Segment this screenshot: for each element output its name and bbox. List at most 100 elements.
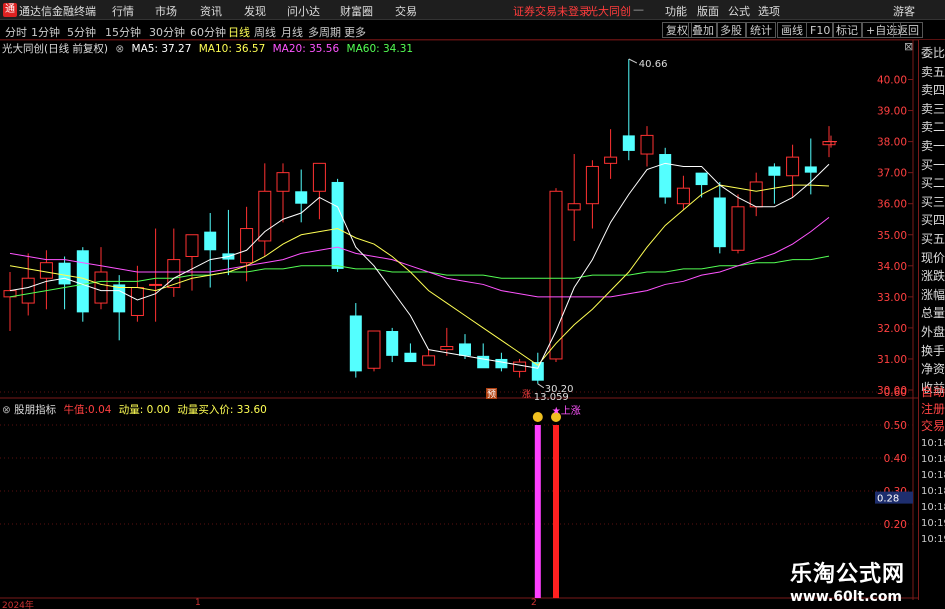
kline-chart[interactable]: 40.00 39.00 38.00 37.00 36.00 35.00 34.00 33.00… [0,40,918,600]
user-guest[interactable]: 游客 [893,3,915,19]
side-time-6: 10:19 [921,534,945,545]
stock-title: 光大同创(日线 前复权) [2,43,109,55]
menu-trade[interactable]: 交易 [395,3,417,19]
period-multi[interactable]: 多周期 [308,24,341,40]
side-item-4[interactable]: 卖二 [921,120,945,134]
low-pointer [537,383,545,389]
side-item-6[interactable]: 买一 [921,158,945,172]
ma-legend: 光大同创(日线 前复权) ⊗ MA5: 37.27 MA10: 36.57 MA… [2,41,417,56]
candle-up [422,355,436,366]
side-item-17[interactable]: 净资 [921,362,945,376]
menu-wealth[interactable]: 财富圈 [340,3,373,19]
side-item-12[interactable]: 涨跌 [921,269,945,283]
ma5-line [9,162,830,369]
menu-ask[interactable]: 问小达 [287,3,320,19]
menu-quotes[interactable]: 行情 [112,3,134,19]
peak-value-label: 13.059 [534,392,569,403]
watermark-title: 乐淘公式网 [790,562,906,587]
period-timeshare[interactable]: 分时 [5,24,27,40]
side-time-4: 10:18 [921,502,945,513]
multi-stock-button[interactable]: 多股 [716,22,746,38]
period-60min[interactable]: 60分钟 [190,24,226,40]
period-monthly[interactable]: 月线 [281,24,303,40]
candle-down [58,262,71,285]
mark-button[interactable]: 标记 [832,22,862,38]
menu-bar: 通 通达信金融终端 行情 市场 资讯 发现 问小达 财富圈 交易 证券交易未登录… [0,0,945,20]
side-sub-item-1[interactable]: 注册 [921,402,945,416]
price-axis-label: 40.00 [877,75,907,87]
quote-side-panel: 委比 卖五 卖四 卖三 卖二 卖一 买一 买二 买三 买四 买五 现价 涨跌 涨幅 总量 外盘 换手 净资 收益 自动… [918,40,945,600]
side-item-1[interactable]: 卖五 [921,65,945,79]
expand-icon[interactable]: ⊠ [904,40,913,53]
side-item-9[interactable]: 买四 [921,213,945,227]
trade-login-warning[interactable]: 证券交易未登录 [513,3,590,19]
candle-up [258,190,272,242]
momentum-buy-price: 动量买入价: 33.60 [177,404,267,416]
sub-settings-icon[interactable]: ⊗ [2,404,11,416]
menu-market[interactable]: 市场 [155,3,177,19]
side-item-7[interactable]: 买二 [921,176,945,190]
minimize-icon[interactable]: — [633,3,644,16]
period-30min[interactable]: 30分钟 [149,24,185,40]
stats-button[interactable]: 统计 [746,22,776,38]
sub-indicator-name: 股朋指标 [14,404,57,416]
menu-news[interactable]: 资讯 [200,3,222,19]
side-item-10[interactable]: 买五 [921,232,945,246]
overlay-button[interactable]: 叠加 [688,22,718,38]
price-axis-label: 36.00 [877,199,907,211]
candle-up [731,206,745,251]
candle-down [495,358,508,369]
side-item-11[interactable]: 现价 [921,251,945,265]
side-sub-item-2[interactable]: 交易 [921,419,945,433]
draw-line-button[interactable]: 画线 [777,22,807,38]
back-button[interactable]: 返回 [893,22,923,38]
sub-bar [553,425,559,598]
candle-up [39,262,53,279]
candle-down [349,315,362,372]
side-item-15[interactable]: 外盘 [921,325,945,339]
side-item-0[interactable]: 委比 [921,46,945,60]
side-time-2: 10:18 [921,470,945,481]
side-item-3[interactable]: 卖三 [921,102,945,116]
candle-down [113,284,126,313]
menu-layout[interactable]: 版面 [697,3,719,19]
candle-up [567,203,581,211]
f10-button[interactable]: F10 [806,22,835,38]
period-daily[interactable]: 日线 [228,24,250,40]
side-sub-item-0[interactable]: 自动 [921,385,945,399]
niu-label: 牛值: [63,404,89,416]
momentum-value: 动量: 0.00 [118,404,171,416]
side-item-5[interactable]: 卖一 [921,139,945,153]
side-item-16[interactable]: 换手 [921,344,945,358]
period-weekly[interactable]: 周线 [254,24,276,40]
candle-down [295,191,308,204]
zhang-label: 涨 [522,389,531,400]
app-logo-icon: 通 [3,3,17,17]
side-item-13[interactable]: 涨幅 [921,288,945,302]
price-axis-label: 31.00 [877,354,907,366]
menu-options[interactable]: 选项 [758,3,780,19]
period-1min[interactable]: 1分钟 [31,24,60,40]
menu-formula[interactable]: 公式 [728,3,750,19]
side-item-2[interactable]: 卖四 [921,83,945,97]
ma10-label: MA10: 36.57 [198,43,266,55]
period-more[interactable]: 更多 [344,24,366,40]
watermark: 乐淘公式网 www.60lt.com [790,556,905,605]
candle-down [477,355,490,369]
menu-function[interactable]: 功能 [665,3,687,19]
period-15min[interactable]: 15分钟 [105,24,141,40]
settings-circle-icon[interactable]: ⊗ [115,43,124,55]
niu-value: 0.04 [88,404,112,416]
period-5min[interactable]: 5分钟 [67,24,96,40]
side-item-14[interactable]: 总量 [921,306,945,320]
candle-down [695,172,708,186]
watermark-url: www.60lt.com [790,589,903,605]
candle-up [640,134,654,155]
side-item-8[interactable]: 买三 [921,195,945,209]
candle-up [130,287,144,316]
stock-link[interactable]: 光大同创 [587,3,631,19]
x-axis: 2024年 1 2 [0,598,918,609]
menu-discover[interactable]: 发现 [244,3,266,19]
sub-axis-label: 0.50 [884,420,907,432]
candle-down [76,250,89,313]
